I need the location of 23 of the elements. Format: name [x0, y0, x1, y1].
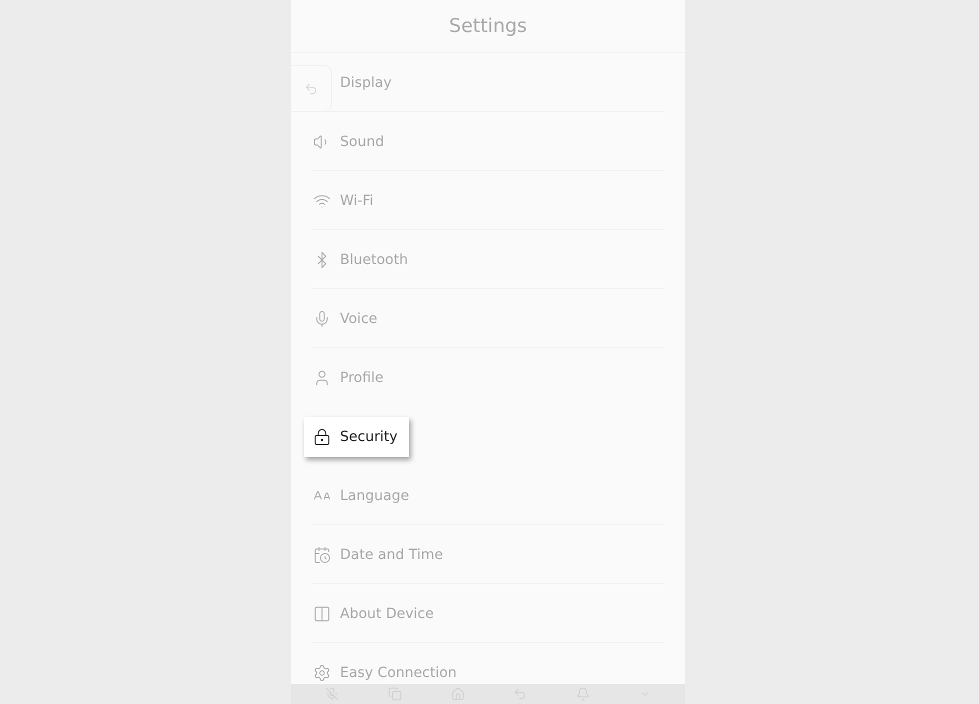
- settings-item[interactable]: Security: [304, 416, 408, 456]
- calendar-clock-icon: [313, 546, 331, 564]
- back-button[interactable]: [291, 65, 332, 112]
- settings-item[interactable]: Language: [304, 484, 420, 506]
- microphone-off-icon[interactable]: [325, 687, 340, 701]
- settings-item[interactable]: Sound: [304, 130, 396, 152]
- gear-icon: [313, 664, 331, 682]
- settings-item[interactable]: Easy Connection: [304, 662, 468, 684]
- back-icon[interactable]: [513, 687, 528, 701]
- settings-item[interactable]: Display: [340, 72, 403, 94]
- home-icon[interactable]: [450, 687, 465, 701]
- settings-item[interactable]: Profile: [304, 366, 395, 388]
- settings-item[interactable]: Date and Time: [304, 544, 454, 566]
- bell-icon[interactable]: [576, 687, 590, 701]
- page-title: Settings: [449, 15, 527, 37]
- recent-apps-icon[interactable]: [388, 687, 402, 701]
- device-icon: [313, 604, 331, 622]
- settings-item[interactable]: Voice: [304, 308, 388, 330]
- settings-item[interactable]: Bluetooth: [304, 248, 419, 270]
- back-icon: [304, 82, 318, 96]
- settings-item[interactable]: About Device: [304, 602, 445, 624]
- lock-icon: [313, 428, 331, 446]
- settings-item[interactable]: Wi-Fi: [304, 190, 384, 212]
